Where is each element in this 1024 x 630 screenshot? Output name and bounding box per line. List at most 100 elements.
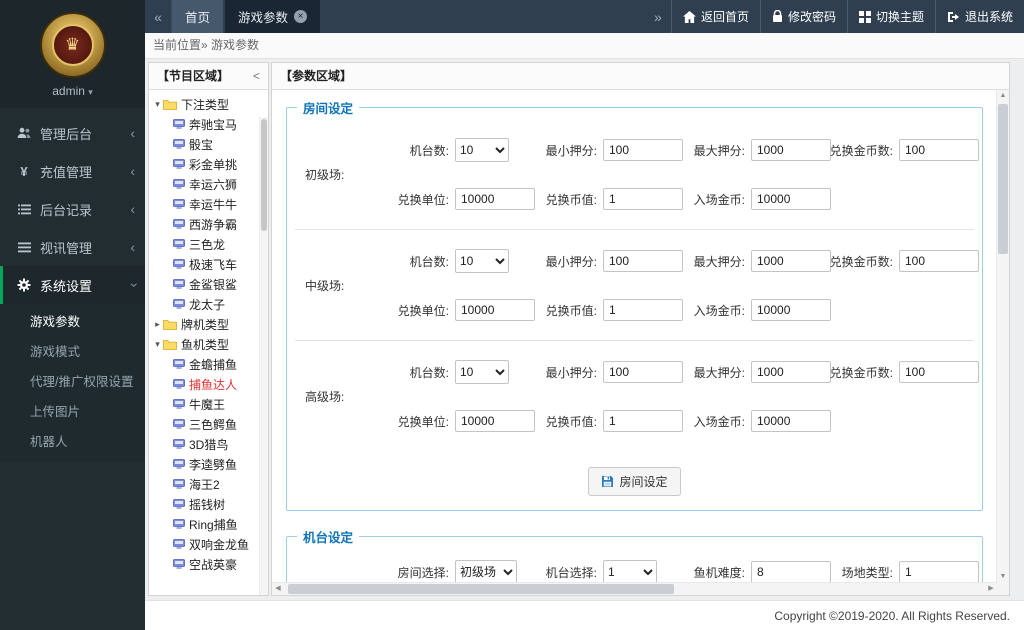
tree-node[interactable]: 捕鱼达人 bbox=[152, 374, 268, 394]
save-room-settings-button[interactable]: 房间设定 bbox=[588, 467, 681, 496]
vertical-scrollbar[interactable]: ▲ ▼ bbox=[996, 90, 1009, 583]
change-password-button[interactable]: 修改密码 bbox=[759, 0, 847, 33]
max-bet-input[interactable] bbox=[751, 250, 831, 272]
machine-count-select[interactable]: 10 bbox=[455, 138, 509, 162]
tree-node[interactable]: 摇钱树 bbox=[152, 494, 268, 514]
sidebar-subitem[interactable]: 游戏模式 bbox=[0, 337, 145, 367]
tree-node[interactable]: 奔驰宝马 bbox=[152, 114, 268, 134]
tree-node[interactable]: 海王2 bbox=[152, 474, 268, 494]
sidebar-item-system-settings[interactable]: 系统设置 ‹ bbox=[0, 266, 145, 304]
horizontal-scroll-thumb[interactable] bbox=[288, 584, 674, 594]
vertical-scroll-track[interactable] bbox=[997, 102, 1009, 571]
exchange-coins-label: 兑换金币数: bbox=[829, 254, 893, 269]
entry-coins-input[interactable] bbox=[751, 410, 831, 432]
exchange-unit-input[interactable] bbox=[455, 410, 535, 432]
logout-button[interactable]: 退出系统 bbox=[934, 0, 1024, 33]
tree-node[interactable]: 3D猎鸟 bbox=[152, 434, 268, 454]
horizontal-scrollbar[interactable]: ◀ ▶ bbox=[272, 582, 997, 595]
exchange-coins-input[interactable] bbox=[899, 139, 979, 161]
tree-node[interactable]: 龙太子 bbox=[152, 294, 268, 314]
room-select[interactable]: 初级场 bbox=[455, 560, 517, 583]
tree-node[interactable]: 金蟾捕鱼 bbox=[152, 354, 268, 374]
min-bet-input[interactable] bbox=[603, 250, 683, 272]
venue-type-input[interactable] bbox=[899, 561, 979, 583]
tree-scrollbar[interactable] bbox=[259, 117, 268, 595]
exchange-value-input[interactable] bbox=[603, 299, 683, 321]
logout-icon bbox=[947, 11, 960, 23]
min-bet-input[interactable] bbox=[603, 139, 683, 161]
switch-theme-button[interactable]: 切换主题 bbox=[846, 0, 935, 33]
sidebar-item-backend-records[interactable]: 后台记录 ‹ bbox=[0, 190, 145, 228]
scroll-up-icon[interactable]: ▲ bbox=[997, 90, 1009, 102]
tree-node[interactable]: 彩金单挑 bbox=[152, 154, 268, 174]
sidebar-subitem-label: 游戏参数 bbox=[30, 315, 81, 329]
scroll-right-icon[interactable]: ▶ bbox=[985, 583, 997, 595]
tree-node[interactable]: 三色龙 bbox=[152, 234, 268, 254]
sidebar-subitem[interactable]: 上传图片 bbox=[0, 397, 145, 427]
exchange-unit-input[interactable] bbox=[455, 188, 535, 210]
machine-config-row: 房间选择: 初级场 机台选择: 1 鱼机难度: 8 场地类型: 1 bbox=[295, 548, 979, 583]
exchange-coins-input[interactable] bbox=[899, 250, 979, 272]
tree-scrollbar-thumb[interactable] bbox=[261, 119, 267, 231]
machine-select[interactable]: 1 bbox=[603, 560, 657, 583]
home-button[interactable]: 返回首页 bbox=[670, 0, 760, 33]
tab[interactable]: 首页 × bbox=[172, 0, 224, 33]
entry-coins-input[interactable] bbox=[751, 299, 831, 321]
tree-node[interactable]: 李逵劈鱼 bbox=[152, 454, 268, 474]
tree-node[interactable]: Ring捕鱼 bbox=[152, 514, 268, 534]
exchange-value-input[interactable] bbox=[603, 410, 683, 432]
scroll-left-icon[interactable]: ◀ bbox=[272, 583, 284, 595]
vertical-scroll-thumb[interactable] bbox=[998, 104, 1008, 254]
chevron-double-right-icon[interactable]: » bbox=[645, 0, 671, 33]
sidebar-item-admin-backend[interactable]: 管理后台 ‹ bbox=[0, 114, 145, 152]
sidebar-item-video-management[interactable]: 视讯管理 ‹ bbox=[0, 228, 145, 266]
tree-node[interactable]: 下注类型 bbox=[152, 94, 268, 114]
machine-count-select[interactable]: 10 bbox=[455, 360, 509, 384]
tree-node[interactable]: 幸运六狮 bbox=[152, 174, 268, 194]
sidebar-subitem[interactable]: 游戏参数 bbox=[0, 307, 145, 337]
entry-coins-input[interactable] bbox=[751, 188, 831, 210]
tree-node[interactable]: 牌机类型 bbox=[152, 314, 268, 334]
horizontal-scroll-track[interactable] bbox=[284, 583, 985, 595]
machine-count-select[interactable]: 10 bbox=[455, 249, 509, 273]
exchange-value-input[interactable] bbox=[603, 188, 683, 210]
params-panel-header: 【参数区域】 bbox=[272, 63, 1009, 90]
tab-bar: « 首页 × 游戏参数 × bbox=[145, 0, 322, 33]
tree-node[interactable]: 幸运牛牛 bbox=[152, 194, 268, 214]
tree-node[interactable]: 骰宝 bbox=[152, 134, 268, 154]
sidebar-item-recharge[interactable]: ¥ 充值管理 ‹ bbox=[0, 152, 145, 190]
tab-close-icon[interactable]: × bbox=[294, 10, 308, 23]
machine-settings-fieldset: 机台设定 房间选择: 初级场 机台选择: 1 鱼机难度: 8 场地类型: 1 bbox=[286, 527, 983, 583]
tree-expander-icon[interactable] bbox=[152, 99, 163, 110]
tree-node[interactable]: 鱼机类型 bbox=[152, 334, 268, 354]
tree-node[interactable]: 金鲨银鲨 bbox=[152, 274, 268, 294]
difficulty-input[interactable] bbox=[751, 561, 831, 583]
exchange-unit-input[interactable] bbox=[455, 299, 535, 321]
tree-expander-icon[interactable] bbox=[152, 339, 163, 350]
tree-node[interactable]: 三色鳄鱼 bbox=[152, 414, 268, 434]
game-machine-icon bbox=[173, 278, 185, 290]
sidebar-subitem[interactable]: 机器人 bbox=[0, 427, 145, 457]
game-machine-icon bbox=[173, 258, 185, 270]
app-logo[interactable]: ♛ admin ▾ bbox=[0, 0, 145, 108]
tree-node[interactable]: 空战英豪 bbox=[152, 554, 268, 574]
max-bet-input[interactable] bbox=[751, 139, 831, 161]
collapse-panel-icon[interactable]: < bbox=[253, 63, 260, 89]
tree-node[interactable]: 双响金龙鱼 bbox=[152, 534, 268, 554]
tree-node[interactable]: 极速飞车 bbox=[152, 254, 268, 274]
sidebar-subitem[interactable]: 代理/推广权限设置 bbox=[0, 367, 145, 397]
tree-node-label: Ring捕鱼 bbox=[189, 517, 238, 532]
room-select-label: 房间选择: bbox=[397, 565, 449, 580]
logo-medallion-icon: ♛ bbox=[39, 12, 106, 78]
machine-count-label: 机台数: bbox=[409, 365, 449, 380]
max-bet-input[interactable] bbox=[751, 361, 831, 383]
min-bet-input[interactable] bbox=[603, 361, 683, 383]
scroll-down-icon[interactable]: ▼ bbox=[997, 571, 1009, 583]
tree-node[interactable]: 牛魔王 bbox=[152, 394, 268, 414]
tree-node[interactable]: 西游争霸 bbox=[152, 214, 268, 234]
exchange-coins-input[interactable] bbox=[899, 361, 979, 383]
tabs-scroll-left-button[interactable]: « bbox=[145, 0, 172, 33]
user-menu[interactable]: admin ▾ bbox=[0, 84, 145, 102]
tab[interactable]: 游戏参数 × bbox=[225, 0, 321, 33]
tree-expander-icon[interactable] bbox=[152, 319, 163, 330]
